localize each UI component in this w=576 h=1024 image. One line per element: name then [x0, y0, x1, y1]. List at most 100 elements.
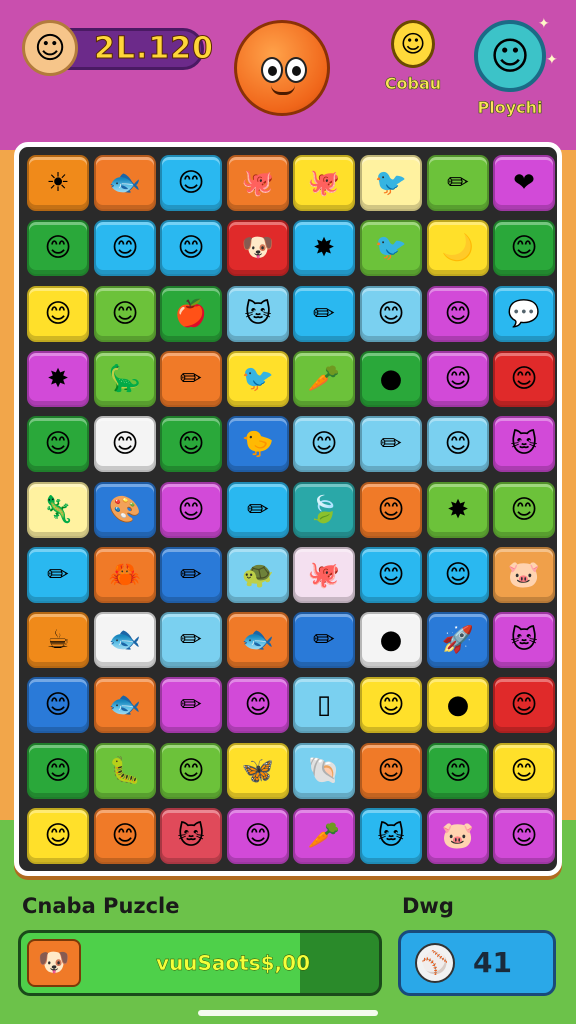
puzzle-tile[interactable]: ✏	[293, 286, 355, 342]
puzzle-tile[interactable]: 😊	[493, 482, 555, 538]
puzzle-tile[interactable]: 😊	[360, 743, 422, 799]
puzzle-tile[interactable]: 🐟	[227, 612, 289, 668]
puzzle-tile[interactable]: 🐱	[493, 416, 555, 472]
puzzle-tile[interactable]: 😊	[27, 677, 89, 733]
puzzle-tile[interactable]: 🐱	[227, 286, 289, 342]
puzzle-tile[interactable]: 🍃	[293, 482, 355, 538]
puzzle-tile[interactable]: ✏	[360, 416, 422, 472]
puzzle-tile[interactable]: 🐦	[227, 351, 289, 407]
puzzle-tile[interactable]: 🎨	[94, 482, 156, 538]
puzzle-tile[interactable]: 🐟	[94, 155, 156, 211]
puzzle-tile[interactable]: 🐟	[94, 677, 156, 733]
puzzle-tile[interactable]: ✸	[27, 351, 89, 407]
puzzle-character-icon[interactable]: 🐶	[27, 939, 81, 987]
puzzle-tile[interactable]: ✏	[27, 547, 89, 603]
puzzle-tile[interactable]: 😊	[227, 808, 289, 864]
puzzle-tile[interactable]: 😊	[427, 286, 489, 342]
puzzle-tile[interactable]: 😊	[27, 286, 89, 342]
puzzle-tile[interactable]: 😊	[427, 547, 489, 603]
puzzle-tile[interactable]: 😊	[227, 677, 289, 733]
puzzle-tile[interactable]: ✸	[427, 482, 489, 538]
player-one[interactable]: ☺ Cobau	[372, 20, 454, 93]
puzzle-tile[interactable]: ✏	[293, 612, 355, 668]
puzzle-tile[interactable]: 😊	[427, 351, 489, 407]
puzzle-tile[interactable]: 😊	[493, 743, 555, 799]
puzzle-tile[interactable]: 🐙	[227, 155, 289, 211]
puzzle-tile[interactable]: 🥕	[293, 808, 355, 864]
moves-counter[interactable]: ⚾ 41	[398, 930, 556, 996]
puzzle-tile[interactable]: ●	[360, 351, 422, 407]
puzzle-tile[interactable]: 🐶	[227, 220, 289, 276]
tile-icon: 😊	[377, 495, 405, 525]
puzzle-tile[interactable]: ✏	[160, 677, 222, 733]
puzzle-tile[interactable]: 😊	[94, 416, 156, 472]
puzzle-tile[interactable]: ☕	[27, 612, 89, 668]
puzzle-tile[interactable]: 🐙	[293, 155, 355, 211]
home-indicator[interactable]	[198, 1010, 378, 1016]
puzzle-tile[interactable]: ✏	[227, 482, 289, 538]
puzzle-tile[interactable]: 🐟	[94, 612, 156, 668]
puzzle-tile[interactable]: 🐱	[160, 808, 222, 864]
player-two[interactable]: ☺ Ploychi	[470, 20, 550, 117]
puzzle-tile[interactable]: 😊	[27, 808, 89, 864]
puzzle-tile[interactable]: 😊	[160, 482, 222, 538]
smiley-face-icon[interactable]: ☺	[22, 20, 78, 76]
puzzle-tile[interactable]: 😊	[160, 743, 222, 799]
puzzle-tile[interactable]: 😊	[27, 220, 89, 276]
puzzle-tile[interactable]: 🥕	[293, 351, 355, 407]
puzzle-tile[interactable]: 🐛	[94, 743, 156, 799]
puzzle-tile[interactable]: 😊	[360, 547, 422, 603]
puzzle-tile[interactable]: 😊	[360, 286, 422, 342]
puzzle-tile[interactable]: 🐤	[227, 416, 289, 472]
tile-icon: ✸	[447, 495, 469, 525]
puzzle-tile[interactable]: 😊	[360, 482, 422, 538]
puzzle-tile[interactable]: 🐦	[360, 155, 422, 211]
puzzle-tile[interactable]: 😊	[427, 743, 489, 799]
puzzle-tile[interactable]: 🐷	[427, 808, 489, 864]
puzzle-tile[interactable]: 😊	[493, 677, 555, 733]
puzzle-tile[interactable]: 🚀	[427, 612, 489, 668]
puzzle-tile[interactable]: 🐱	[360, 808, 422, 864]
tile-icon: 😊	[244, 690, 272, 720]
puzzle-tile[interactable]: 🌙	[427, 220, 489, 276]
puzzle-tile[interactable]: 😊	[493, 808, 555, 864]
puzzle-tile[interactable]: ☀	[27, 155, 89, 211]
puzzle-tile[interactable]: 🐱	[493, 612, 555, 668]
puzzle-tile[interactable]: 🦎	[27, 482, 89, 538]
puzzle-tile[interactable]: ✏	[160, 547, 222, 603]
puzzle-tile[interactable]: 😊	[293, 416, 355, 472]
puzzle-tile[interactable]: 😊	[94, 220, 156, 276]
tile-icon: ☕	[46, 625, 70, 655]
puzzle-tile[interactable]: 🐢	[227, 547, 289, 603]
tile-icon: 😊	[377, 690, 405, 720]
puzzle-tile[interactable]: 😊	[493, 351, 555, 407]
puzzle-tile[interactable]: ✏	[427, 155, 489, 211]
puzzle-tile[interactable]: 💬	[493, 286, 555, 342]
puzzle-tile[interactable]: 🐦	[360, 220, 422, 276]
puzzle-tile[interactable]: 😊	[160, 416, 222, 472]
puzzle-tile[interactable]: 😊	[160, 155, 222, 211]
puzzle-tile[interactable]: 🐙	[293, 547, 355, 603]
puzzle-tile[interactable]: 😊	[27, 416, 89, 472]
puzzle-tile[interactable]: 🦕	[94, 351, 156, 407]
puzzle-tile[interactable]: 🐷	[493, 547, 555, 603]
puzzle-tile[interactable]: 😊	[160, 220, 222, 276]
puzzle-tile[interactable]: ✸	[293, 220, 355, 276]
puzzle-tile[interactable]: ❤	[493, 155, 555, 211]
puzzle-tile[interactable]: 😊	[427, 416, 489, 472]
puzzle-tile[interactable]: 🦀	[94, 547, 156, 603]
puzzle-tile[interactable]: 😊	[94, 808, 156, 864]
puzzle-tile[interactable]: ✏	[160, 351, 222, 407]
puzzle-tile[interactable]: 🐚	[293, 743, 355, 799]
puzzle-tile[interactable]: 🍎	[160, 286, 222, 342]
puzzle-tile[interactable]: ●	[427, 677, 489, 733]
puzzle-tile[interactable]: ▯	[293, 677, 355, 733]
puzzle-tile[interactable]: 🦋	[227, 743, 289, 799]
puzzle-tile[interactable]: 😊	[94, 286, 156, 342]
puzzle-tile[interactable]: ✏	[160, 612, 222, 668]
puzzle-tile[interactable]: 😊	[360, 677, 422, 733]
puzzle-tile[interactable]: 😊	[493, 220, 555, 276]
puzzle-tile[interactable]: ●	[360, 612, 422, 668]
puzzle-tile[interactable]: 😊	[27, 743, 89, 799]
orange-blob-icon[interactable]	[234, 20, 330, 116]
